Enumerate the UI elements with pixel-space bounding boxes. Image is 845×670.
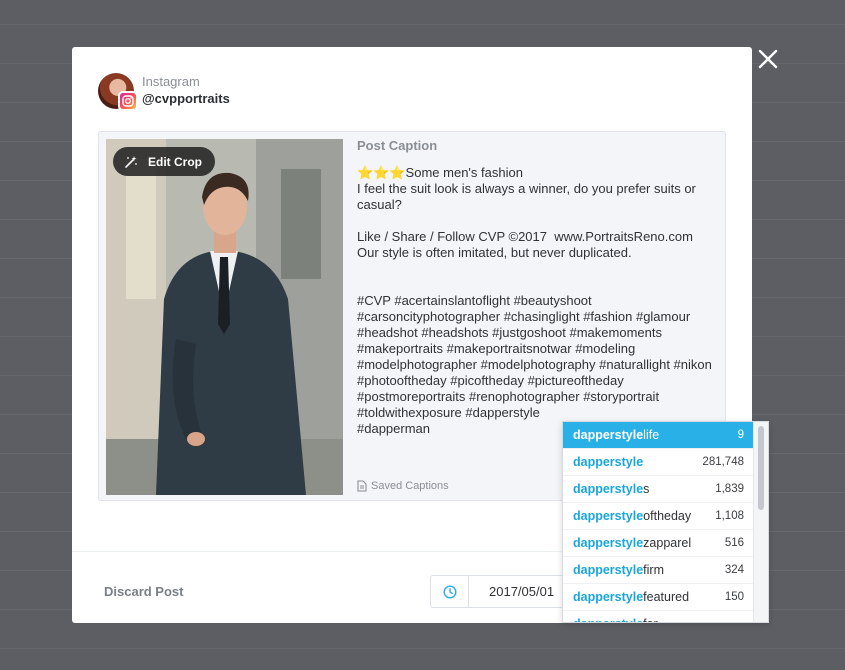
account-handle: @cvpportraits xyxy=(142,91,230,106)
hashtag-suggestions-dropdown: dapperstylelife 9 dapperstyle 281,748 dapper… xyxy=(562,421,769,623)
hashtag-suggestion-item[interactable]: dapperstylefeatured 150 xyxy=(563,584,754,611)
hashtag-post-count: 516 xyxy=(724,537,744,549)
hashtag-rest-text: zapparel xyxy=(643,536,692,550)
hashtag-match-text: dapperstyle xyxy=(573,482,644,496)
saved-captions-label: Saved Captions xyxy=(371,480,449,492)
post-editor-modal: Instagram @cvpportraits Edit Crop Post C… xyxy=(72,47,769,623)
saved-captions-link[interactable]: Saved Captions xyxy=(357,480,449,492)
hashtag-rest-text: firm xyxy=(643,563,664,577)
post-image[interactable]: Edit Crop xyxy=(106,139,343,495)
hashtag-suggestion-text: dapperstylefirm xyxy=(573,563,664,577)
scrollbar-thumb[interactable] xyxy=(758,426,764,510)
hashtag-suggestion-list: dapperstylelife 9 dapperstyle 281,748 dapper… xyxy=(563,422,754,622)
hashtag-suggestion-item[interactable]: dapperstylezapparel 516 xyxy=(563,530,754,557)
instagram-icon xyxy=(118,91,138,111)
hashtag-suggestion-text: dapperstyleoftheday xyxy=(573,509,691,523)
hashtag-rest-text: featured xyxy=(643,590,690,604)
edit-crop-label: Edit Crop xyxy=(148,154,202,169)
hashtag-suggestion-item[interactable]: dapperstyles 1,839 xyxy=(563,476,754,503)
hashtag-rest-text: s xyxy=(643,482,650,496)
hashtag-suggestion-item[interactable]: dapperstyleoftheday 1,108 xyxy=(563,503,754,530)
hashtag-rest-text: life xyxy=(643,428,660,442)
clock-icon[interactable] xyxy=(431,576,469,607)
dropdown-scrollbar[interactable] xyxy=(753,422,768,622)
hashtag-suggestion-text: dapperstyle xyxy=(573,455,643,469)
hashtag-post-count: 324 xyxy=(724,564,744,576)
account-platform: Instagram xyxy=(142,74,200,89)
hashtag-suggestion-item[interactable]: dapperstylefirm 324 xyxy=(563,557,754,584)
hashtag-match-text: dapperstyle xyxy=(573,455,644,469)
hashtag-suggestion-item[interactable]: dapperstylelife 9 xyxy=(563,422,754,449)
magic-wand-icon xyxy=(124,155,138,169)
hashtag-suggestion-item[interactable]: dapperstyle 281,748 xyxy=(563,449,754,476)
hashtag-match-text: dapperstyle xyxy=(573,590,644,604)
avatar xyxy=(98,73,138,111)
hashtag-match-text: dapperstyle xyxy=(573,563,644,577)
caption-textarea[interactable]: ⭐⭐⭐Some men's fashion I feel the suit lo… xyxy=(357,165,717,437)
caption-area: Post Caption ⭐⭐⭐Some men's fashion I fee… xyxy=(357,138,717,437)
hashtag-rest-text: oftheday xyxy=(643,509,692,523)
hashtag-match-text: dapperstyle xyxy=(573,509,644,523)
discard-post-button[interactable]: Discard Post xyxy=(104,584,183,599)
caption-title: Post Caption xyxy=(357,138,438,153)
hashtag-post-count: 150 xyxy=(724,591,744,603)
document-icon xyxy=(357,480,367,492)
hashtag-rest-text: for xyxy=(643,617,658,622)
hashtag-suggestion-item[interactable]: dapperstylefor xyxy=(563,611,754,622)
hashtag-post-count: 1,108 xyxy=(715,510,744,522)
account-header: Instagram @cvpportraits xyxy=(98,73,230,111)
hashtag-suggestion-text: dapperstylefor xyxy=(573,617,658,622)
close-icon[interactable] xyxy=(756,47,780,71)
hashtag-suggestion-text: dapperstylelife xyxy=(573,428,659,442)
hashtag-match-text: dapperstyle xyxy=(573,617,643,622)
hashtag-match-text: dapperstyle xyxy=(573,536,644,550)
hashtag-post-count: 281,748 xyxy=(702,456,744,468)
edit-crop-button[interactable]: Edit Crop xyxy=(113,147,215,176)
hashtag-suggestion-text: dapperstylefeatured xyxy=(573,590,689,604)
hashtag-post-count: 9 xyxy=(737,429,744,441)
hashtag-suggestion-text: dapperstylezapparel xyxy=(573,536,691,550)
hashtag-suggestion-text: dapperstyles xyxy=(573,482,649,496)
hashtag-match-text: dapperstyle xyxy=(573,428,644,442)
hashtag-post-count: 1,839 xyxy=(715,483,744,495)
